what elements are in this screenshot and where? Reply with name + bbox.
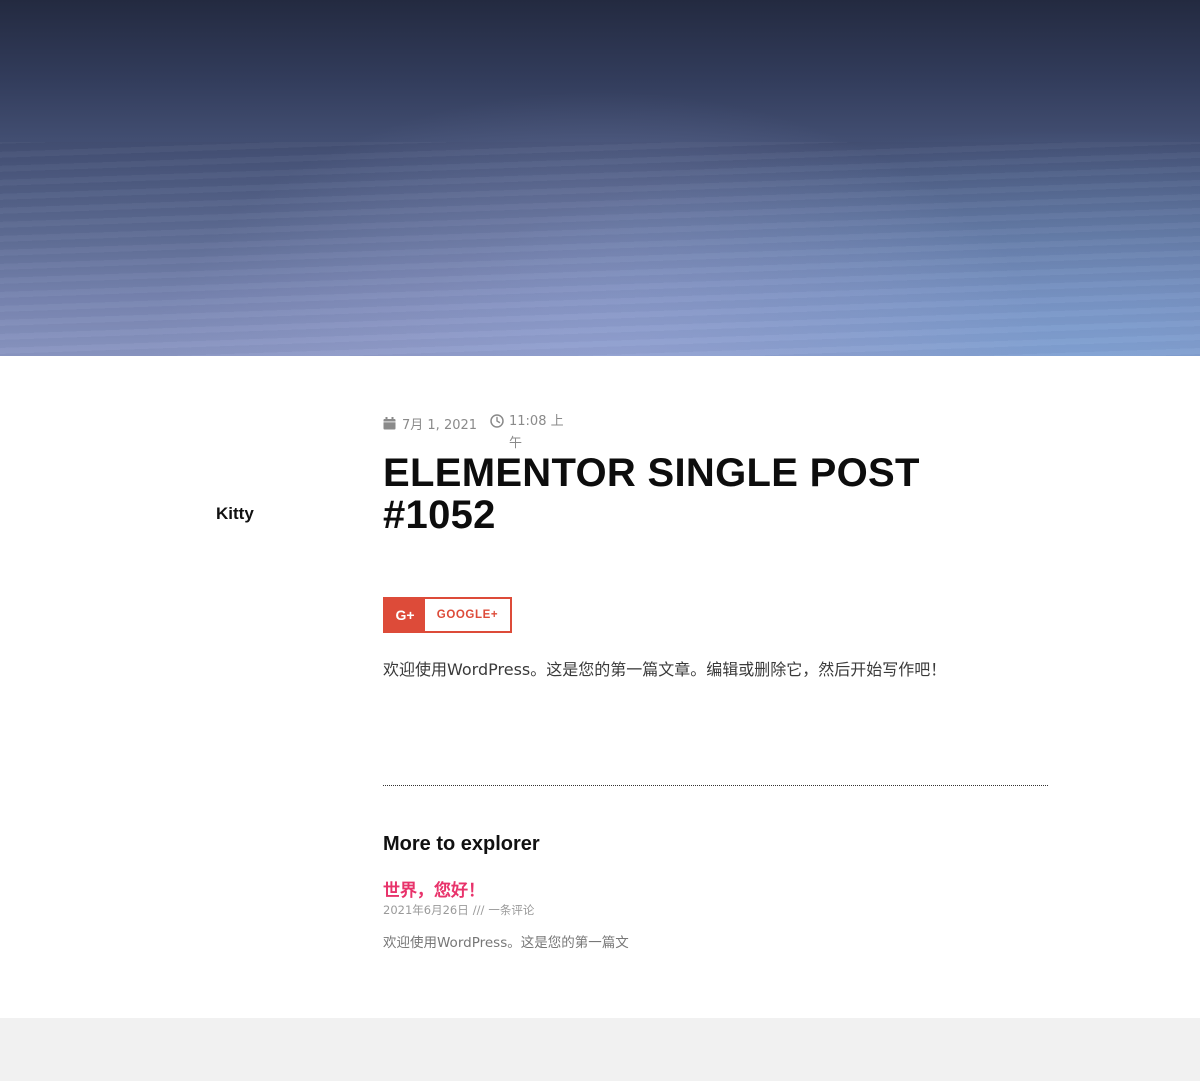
related-post-title-link[interactable]: 世界，您好！ xyxy=(383,876,485,901)
related-post-meta: 2021年6月26日///一条评论 xyxy=(383,902,534,918)
divider xyxy=(383,785,1048,786)
google-plus-share-button[interactable]: G+ GOOGLE+ xyxy=(383,597,512,633)
related-post-date: 2021年6月26日 xyxy=(383,903,469,917)
page: Kitty 7月 1, 2021 11:08 上午 ELEMENTOR SING… xyxy=(0,0,1200,1081)
post-date-text: 7月 1, 2021 xyxy=(402,418,478,433)
hero-image xyxy=(0,0,1200,356)
google-plus-icon: G+ xyxy=(385,599,425,631)
related-post-excerpt: 欢迎使用WordPress。这是您的第一篇文 xyxy=(383,935,629,951)
related-posts-heading: More to explorer xyxy=(383,833,540,855)
footer xyxy=(0,1018,1200,1081)
post-time-text: 11:08 上午 xyxy=(509,414,564,451)
calendar-icon xyxy=(383,417,396,430)
related-post-comments-link[interactable]: 一条评论 xyxy=(488,903,534,917)
post-content: 欢迎使用WordPress。这是您的第一篇文章。编辑或删除它，然后开始写作吧！ xyxy=(383,660,947,679)
related-post-meta-separator: /// xyxy=(472,903,485,917)
post-date: 7月 1, 2021 xyxy=(383,414,477,433)
post-author: Kitty xyxy=(216,504,254,523)
post-title: ELEMENTOR SINGLE POST #1052 xyxy=(383,451,920,537)
post-meta: 7月 1, 2021 11:08 上午 xyxy=(383,414,583,454)
post-time: 11:08 上午 xyxy=(490,414,569,455)
google-plus-label: GOOGLE+ xyxy=(436,609,499,621)
clock-icon xyxy=(490,414,504,428)
